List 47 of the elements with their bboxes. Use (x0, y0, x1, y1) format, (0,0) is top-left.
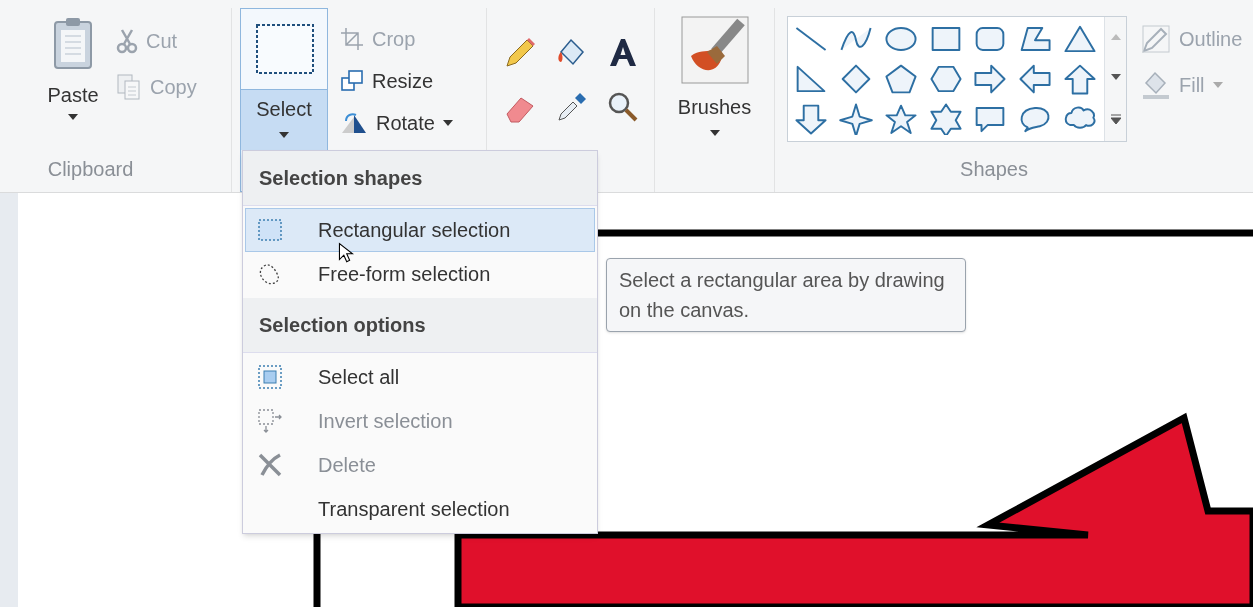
menu-item[interactable]: Rectangular selection (245, 208, 595, 252)
menu-item[interactable]: Transparent selection (245, 487, 595, 531)
caret-icon (279, 132, 289, 138)
triangle-icon[interactable] (1063, 23, 1098, 55)
caret-icon (709, 130, 720, 136)
four-point-star-icon[interactable] (838, 103, 873, 135)
menu-item[interactable]: Select all (245, 355, 595, 399)
up-arrow-icon[interactable] (1063, 63, 1098, 95)
copy-icon (116, 73, 142, 101)
clipboard-icon (51, 16, 95, 72)
scroll-down-icon[interactable] (1110, 74, 1121, 80)
star-icon[interactable] (883, 103, 918, 135)
crop-icon (340, 27, 364, 51)
selection-rectangle-icon (241, 9, 327, 89)
right-triangle-icon[interactable] (794, 63, 828, 95)
rotate-icon (340, 111, 368, 135)
select-all-icon (256, 363, 284, 391)
caret-icon (1212, 82, 1223, 88)
delete-x-icon (256, 451, 284, 479)
menu-heading: Selection options (259, 314, 426, 336)
pencil-outline-icon (1141, 24, 1171, 54)
resize-icon (340, 69, 364, 93)
caret-icon (68, 114, 78, 120)
pencil-icon[interactable] (503, 36, 537, 70)
scissors-icon (116, 28, 138, 54)
tooltip: Select a rectangular area by drawing on the canvas. (606, 258, 966, 332)
menu-heading: Selection shapes (259, 167, 423, 189)
brush-icon (680, 16, 749, 84)
paint-bucket-icon (1141, 70, 1171, 100)
invert-selection-icon (256, 407, 284, 435)
resize-button[interactable]: Resize (336, 64, 457, 98)
pentagon-icon[interactable] (883, 63, 918, 95)
down-arrow-icon[interactable] (794, 103, 828, 135)
select-button[interactable]: Select (241, 89, 327, 150)
group-label: Shapes (959, 157, 1029, 182)
brushes-button[interactable]: Brushes (677, 16, 752, 144)
six-point-star-icon[interactable] (928, 103, 963, 135)
rotate-button[interactable]: Rotate (336, 106, 457, 140)
caret-icon (442, 120, 453, 126)
left-arrow-icon[interactable] (1018, 63, 1053, 95)
right-arrow-icon[interactable] (973, 63, 1008, 95)
expand-gallery-icon[interactable] (1110, 114, 1121, 124)
group-label: Clipboard (46, 157, 135, 182)
hexagon-icon[interactable] (928, 63, 963, 95)
mouse-pointer-icon (338, 242, 354, 264)
menu-item[interactable]: Free-form selection (245, 252, 595, 296)
paste-button[interactable]: Paste (48, 16, 98, 154)
